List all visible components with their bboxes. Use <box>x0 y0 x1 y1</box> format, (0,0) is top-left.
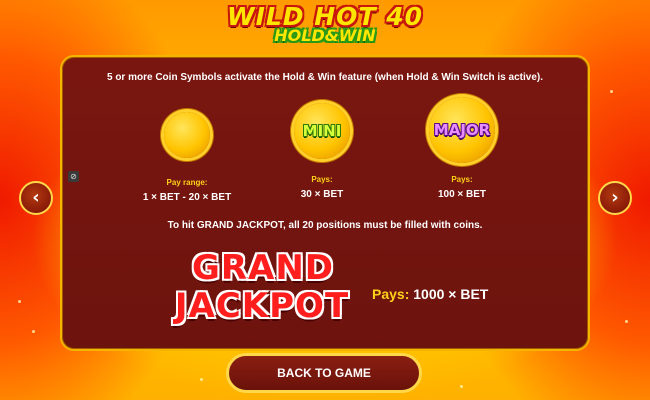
mini-label: MINI <box>302 122 342 140</box>
mini-pays-label: Pays: <box>311 175 333 184</box>
sparkle <box>625 320 628 323</box>
next-page-button[interactable]: › <box>598 181 632 215</box>
coin-symbol-block: Pay range: 1 × BET - 20 × BET <box>117 112 257 203</box>
mini-pays-value: 30 × BET <box>300 189 344 200</box>
game-logo: WILD HOT 40 HOLD&WIN <box>0 0 650 50</box>
mini-coin-icon: MINI <box>294 103 350 159</box>
logo-subtitle: HOLD&WIN <box>274 26 376 45</box>
grand-pays-label: Pays: <box>372 286 410 302</box>
hold-win-intro: 5 or more Coin Symbols activate the Hold… <box>106 72 543 83</box>
pay-range-value: 1 × BET - 20 × BET <box>142 192 232 203</box>
major-pays-label: Pays: <box>451 175 473 184</box>
mini-symbol-block: MINI Pays: 30 × BET <box>252 103 392 200</box>
coin-icon <box>164 112 210 158</box>
previous-page-button[interactable]: ‹ <box>19 181 53 215</box>
major-pays-value: 100 × BET <box>437 189 487 200</box>
major-label: MAJOR <box>433 121 491 139</box>
major-coin-icon: MAJOR <box>429 97 495 163</box>
chevron-right-icon: › <box>611 187 619 208</box>
pay-range-label: Pay range: <box>166 178 208 187</box>
sparkle <box>18 300 21 303</box>
grand-title: GRAND <box>191 248 335 288</box>
grand-jackpot-condition: To hit GRAND JACKPOT, all 20 positions m… <box>167 220 483 231</box>
sparkle <box>610 90 613 93</box>
sparkle <box>460 385 463 388</box>
major-symbol-block: MAJOR Pays: 100 × BET <box>392 97 532 200</box>
sparkle <box>32 330 35 333</box>
small-info-icon[interactable]: ⊘ <box>68 171 79 182</box>
grand-pays-value: 1000 × BET <box>413 286 489 302</box>
jackpot-title: JACKPOT <box>174 286 350 326</box>
back-to-game-button[interactable]: BACK TO GAME <box>226 353 422 393</box>
sparkle <box>200 378 203 381</box>
chevron-left-icon: ‹ <box>32 187 40 208</box>
grand-pays: Pays: 1000 × BET <box>372 286 488 302</box>
